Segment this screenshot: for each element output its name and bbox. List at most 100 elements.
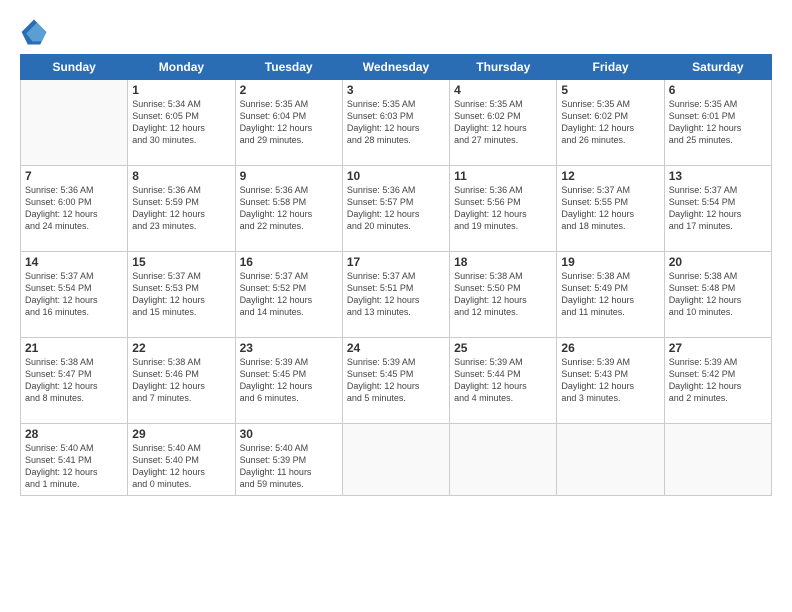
cell-info: Sunrise: 5:38 AM Sunset: 5:49 PM Dayligh… [561,270,659,319]
day-header-wednesday: Wednesday [342,55,449,80]
week-row-2: 7Sunrise: 5:36 AM Sunset: 6:00 PM Daylig… [21,166,772,252]
cell-9: 9Sunrise: 5:36 AM Sunset: 5:58 PM Daylig… [235,166,342,252]
cell-1: 1Sunrise: 5:34 AM Sunset: 6:05 PM Daylig… [128,80,235,166]
cell-info: Sunrise: 5:39 AM Sunset: 5:44 PM Dayligh… [454,356,552,405]
cell-info: Sunrise: 5:34 AM Sunset: 6:05 PM Dayligh… [132,98,230,147]
cell-info: Sunrise: 5:36 AM Sunset: 5:59 PM Dayligh… [132,184,230,233]
cell-info: Sunrise: 5:39 AM Sunset: 5:45 PM Dayligh… [347,356,445,405]
cell-info: Sunrise: 5:35 AM Sunset: 6:02 PM Dayligh… [454,98,552,147]
cell-info: Sunrise: 5:36 AM Sunset: 5:57 PM Dayligh… [347,184,445,233]
cell-info: Sunrise: 5:35 AM Sunset: 6:01 PM Dayligh… [669,98,767,147]
day-number: 7 [25,169,123,183]
day-number: 25 [454,341,552,355]
day-number: 28 [25,427,123,441]
cell-info: Sunrise: 5:39 AM Sunset: 5:45 PM Dayligh… [240,356,338,405]
cell-21: 21Sunrise: 5:38 AM Sunset: 5:47 PM Dayli… [21,338,128,424]
cell-2: 2Sunrise: 5:35 AM Sunset: 6:04 PM Daylig… [235,80,342,166]
day-header-friday: Friday [557,55,664,80]
day-number: 9 [240,169,338,183]
cell-15: 15Sunrise: 5:37 AM Sunset: 5:53 PM Dayli… [128,252,235,338]
header [20,18,772,46]
cell-empty [557,424,664,496]
cell-empty [342,424,449,496]
day-number: 30 [240,427,338,441]
cell-4: 4Sunrise: 5:35 AM Sunset: 6:02 PM Daylig… [450,80,557,166]
day-number: 8 [132,169,230,183]
day-number: 24 [347,341,445,355]
day-number: 21 [25,341,123,355]
day-header-sunday: Sunday [21,55,128,80]
cell-22: 22Sunrise: 5:38 AM Sunset: 5:46 PM Dayli… [128,338,235,424]
cell-30: 30Sunrise: 5:40 AM Sunset: 5:39 PM Dayli… [235,424,342,496]
cell-info: Sunrise: 5:40 AM Sunset: 5:41 PM Dayligh… [25,442,123,491]
day-header-thursday: Thursday [450,55,557,80]
day-number: 12 [561,169,659,183]
cell-14: 14Sunrise: 5:37 AM Sunset: 5:54 PM Dayli… [21,252,128,338]
day-number: 2 [240,83,338,97]
cell-info: Sunrise: 5:39 AM Sunset: 5:42 PM Dayligh… [669,356,767,405]
cell-20: 20Sunrise: 5:38 AM Sunset: 5:48 PM Dayli… [664,252,771,338]
day-number: 6 [669,83,767,97]
cell-info: Sunrise: 5:38 AM Sunset: 5:46 PM Dayligh… [132,356,230,405]
cell-info: Sunrise: 5:38 AM Sunset: 5:50 PM Dayligh… [454,270,552,319]
cell-8: 8Sunrise: 5:36 AM Sunset: 5:59 PM Daylig… [128,166,235,252]
cell-16: 16Sunrise: 5:37 AM Sunset: 5:52 PM Dayli… [235,252,342,338]
cell-info: Sunrise: 5:37 AM Sunset: 5:55 PM Dayligh… [561,184,659,233]
cell-empty [450,424,557,496]
day-number: 13 [669,169,767,183]
cell-info: Sunrise: 5:36 AM Sunset: 5:58 PM Dayligh… [240,184,338,233]
cell-info: Sunrise: 5:37 AM Sunset: 5:53 PM Dayligh… [132,270,230,319]
cell-info: Sunrise: 5:35 AM Sunset: 6:02 PM Dayligh… [561,98,659,147]
week-row-1: 1Sunrise: 5:34 AM Sunset: 6:05 PM Daylig… [21,80,772,166]
week-row-5: 28Sunrise: 5:40 AM Sunset: 5:41 PM Dayli… [21,424,772,496]
day-number: 23 [240,341,338,355]
day-header-row: SundayMondayTuesdayWednesdayThursdayFrid… [21,55,772,80]
cell-empty [664,424,771,496]
cell-19: 19Sunrise: 5:38 AM Sunset: 5:49 PM Dayli… [557,252,664,338]
cell-6: 6Sunrise: 5:35 AM Sunset: 6:01 PM Daylig… [664,80,771,166]
cell-29: 29Sunrise: 5:40 AM Sunset: 5:40 PM Dayli… [128,424,235,496]
day-number: 22 [132,341,230,355]
cell-11: 11Sunrise: 5:36 AM Sunset: 5:56 PM Dayli… [450,166,557,252]
day-number: 19 [561,255,659,269]
cell-28: 28Sunrise: 5:40 AM Sunset: 5:41 PM Dayli… [21,424,128,496]
day-number: 14 [25,255,123,269]
day-number: 26 [561,341,659,355]
cell-info: Sunrise: 5:35 AM Sunset: 6:03 PM Dayligh… [347,98,445,147]
day-header-saturday: Saturday [664,55,771,80]
cell-24: 24Sunrise: 5:39 AM Sunset: 5:45 PM Dayli… [342,338,449,424]
day-number: 18 [454,255,552,269]
cell-info: Sunrise: 5:36 AM Sunset: 5:56 PM Dayligh… [454,184,552,233]
cell-18: 18Sunrise: 5:38 AM Sunset: 5:50 PM Dayli… [450,252,557,338]
day-number: 11 [454,169,552,183]
cell-7: 7Sunrise: 5:36 AM Sunset: 6:00 PM Daylig… [21,166,128,252]
calendar-table: SundayMondayTuesdayWednesdayThursdayFrid… [20,54,772,496]
day-number: 1 [132,83,230,97]
page: SundayMondayTuesdayWednesdayThursdayFrid… [0,0,792,612]
day-number: 17 [347,255,445,269]
day-number: 15 [132,255,230,269]
cell-info: Sunrise: 5:39 AM Sunset: 5:43 PM Dayligh… [561,356,659,405]
day-number: 16 [240,255,338,269]
week-row-3: 14Sunrise: 5:37 AM Sunset: 5:54 PM Dayli… [21,252,772,338]
cell-10: 10Sunrise: 5:36 AM Sunset: 5:57 PM Dayli… [342,166,449,252]
cell-info: Sunrise: 5:37 AM Sunset: 5:54 PM Dayligh… [669,184,767,233]
cell-23: 23Sunrise: 5:39 AM Sunset: 5:45 PM Dayli… [235,338,342,424]
cell-info: Sunrise: 5:37 AM Sunset: 5:52 PM Dayligh… [240,270,338,319]
cell-info: Sunrise: 5:37 AM Sunset: 5:54 PM Dayligh… [25,270,123,319]
cell-info: Sunrise: 5:38 AM Sunset: 5:47 PM Dayligh… [25,356,123,405]
cell-3: 3Sunrise: 5:35 AM Sunset: 6:03 PM Daylig… [342,80,449,166]
day-number: 3 [347,83,445,97]
cell-26: 26Sunrise: 5:39 AM Sunset: 5:43 PM Dayli… [557,338,664,424]
cell-info: Sunrise: 5:37 AM Sunset: 5:51 PM Dayligh… [347,270,445,319]
cell-info: Sunrise: 5:38 AM Sunset: 5:48 PM Dayligh… [669,270,767,319]
cell-empty [21,80,128,166]
cell-info: Sunrise: 5:40 AM Sunset: 5:40 PM Dayligh… [132,442,230,491]
day-number: 20 [669,255,767,269]
week-row-4: 21Sunrise: 5:38 AM Sunset: 5:47 PM Dayli… [21,338,772,424]
day-header-monday: Monday [128,55,235,80]
cell-25: 25Sunrise: 5:39 AM Sunset: 5:44 PM Dayli… [450,338,557,424]
day-header-tuesday: Tuesday [235,55,342,80]
day-number: 29 [132,427,230,441]
day-number: 27 [669,341,767,355]
